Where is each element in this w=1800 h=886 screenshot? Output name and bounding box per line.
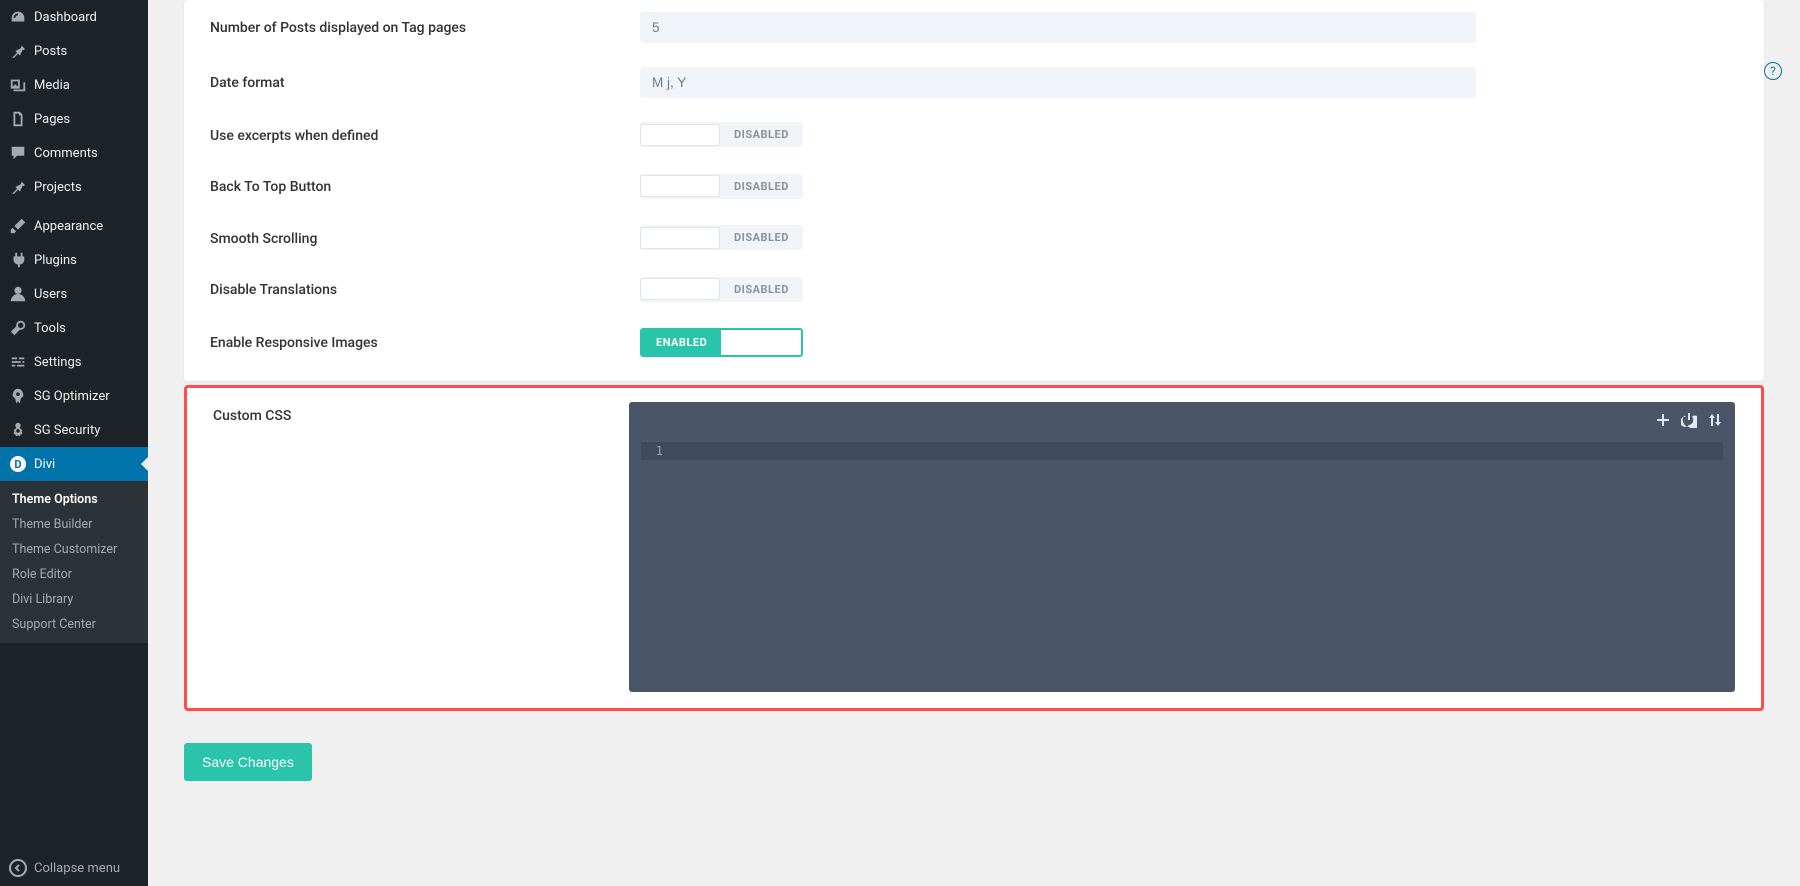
toggle-state: ENABLED: [642, 330, 721, 355]
row-back-top: Back To Top Button DISABLED: [184, 162, 1764, 214]
submenu-theme-customizer[interactable]: Theme Customizer: [0, 537, 148, 562]
row-posts-tag: Number of Posts displayed on Tag pages: [184, 0, 1764, 55]
media-icon: [8, 75, 28, 95]
sidebar-item-label: SG Security: [34, 423, 100, 438]
gauge-icon: [8, 7, 28, 27]
row-custom-css: Custom CSS 1: [195, 398, 1753, 696]
power-icon[interactable]: [1681, 412, 1697, 432]
sidebar-item-label: Projects: [34, 180, 82, 195]
sidebar-item-pages[interactable]: Pages: [0, 102, 148, 136]
sidebar-item-sg-optimizer[interactable]: SG Optimizer: [0, 379, 148, 413]
pin-icon: [8, 177, 28, 197]
sidebar-item-label: Divi: [34, 457, 55, 472]
save-changes-button[interactable]: Save Changes: [184, 743, 312, 781]
collapse-label: Collapse menu: [34, 861, 120, 876]
divi-submenu: Theme Options Theme Builder Theme Custom…: [0, 481, 148, 643]
input-date-format[interactable]: [640, 67, 1476, 98]
sidebar-item-settings[interactable]: Settings: [0, 345, 148, 379]
help-button[interactable]: ?: [1764, 62, 1782, 80]
sidebar-item-label: Tools: [34, 321, 66, 336]
sidebar-item-label: Settings: [34, 355, 81, 370]
shield-gear-icon: [8, 420, 28, 440]
submenu-divi-library[interactable]: Divi Library: [0, 587, 148, 612]
toggle-state: DISABLED: [720, 174, 803, 199]
sidebar-item-comments[interactable]: Comments: [0, 136, 148, 170]
rocket-icon: [8, 386, 28, 406]
comment-icon: [8, 143, 28, 163]
sidebar-item-divi[interactable]: D Divi: [0, 447, 148, 481]
label-excerpts: Use excerpts when defined: [210, 128, 640, 144]
sidebar-item-media[interactable]: Media: [0, 68, 148, 102]
submenu-theme-builder[interactable]: Theme Builder: [0, 512, 148, 537]
toggle-back-top[interactable]: DISABLED: [640, 174, 803, 199]
row-excerpts: Use excerpts when defined DISABLED: [184, 110, 1764, 162]
plug-icon: [8, 250, 28, 270]
label-custom-css: Custom CSS: [213, 402, 629, 692]
toggle-excerpts[interactable]: DISABLED: [640, 122, 803, 147]
divi-icon: D: [8, 454, 28, 474]
label-smooth-scroll: Smooth Scrolling: [210, 231, 640, 247]
label-back-top: Back To Top Button: [210, 179, 640, 195]
brush-icon: [8, 216, 28, 236]
sidebar-item-label: Media: [34, 78, 70, 93]
settings-panel: Number of Posts displayed on Tag pages D…: [184, 0, 1764, 381]
custom-css-highlight: Custom CSS 1: [184, 385, 1764, 711]
wrench-icon: [8, 318, 28, 338]
toggle-translations[interactable]: DISABLED: [640, 277, 803, 302]
label-posts-tag: Number of Posts displayed on Tag pages: [210, 20, 640, 36]
submenu-theme-options[interactable]: Theme Options: [0, 487, 148, 512]
pages-icon: [8, 109, 28, 129]
row-translations: Disable Translations DISABLED: [184, 265, 1764, 317]
custom-css-editor[interactable]: 1: [629, 402, 1735, 692]
add-icon[interactable]: [1655, 412, 1671, 432]
sidebar-item-label: Users: [34, 287, 67, 302]
main-content: ? Number of Posts displayed on Tag pages…: [148, 0, 1800, 886]
pin-icon: [8, 41, 28, 61]
code-line: 1: [641, 442, 1723, 460]
toggle-responsive-images[interactable]: ENABLED: [640, 328, 803, 357]
row-responsive-images: Enable Responsive Images ENABLED: [184, 316, 1764, 369]
sidebar-item-posts[interactable]: Posts: [0, 34, 148, 68]
sidebar-item-users[interactable]: Users: [0, 277, 148, 311]
css-editor-toolbar: [1655, 412, 1723, 432]
toggle-state: DISABLED: [720, 277, 803, 302]
sidebar-item-plugins[interactable]: Plugins: [0, 243, 148, 277]
user-icon: [8, 284, 28, 304]
sidebar-item-dashboard[interactable]: Dashboard: [0, 0, 148, 34]
label-translations: Disable Translations: [210, 282, 640, 298]
toggle-state: DISABLED: [720, 122, 803, 147]
submenu-role-editor[interactable]: Role Editor: [0, 562, 148, 587]
sliders-icon: [8, 352, 28, 372]
label-date-format: Date format: [210, 75, 640, 91]
sidebar-item-tools[interactable]: Tools: [0, 311, 148, 345]
sidebar-item-appearance[interactable]: Appearance: [0, 209, 148, 243]
toggle-smooth-scroll[interactable]: DISABLED: [640, 225, 803, 250]
toggle-state: DISABLED: [720, 225, 803, 250]
sidebar-item-sg-security[interactable]: SG Security: [0, 413, 148, 447]
sidebar-item-label: Comments: [34, 146, 98, 161]
row-date-format: Date format: [184, 55, 1764, 110]
sidebar-item-projects[interactable]: Projects: [0, 170, 148, 204]
label-responsive-images: Enable Responsive Images: [210, 335, 640, 351]
sidebar-item-label: Posts: [34, 44, 67, 59]
input-posts-tag[interactable]: [640, 12, 1476, 43]
admin-sidebar: Dashboard Posts Media Pages Comments Pro…: [0, 0, 148, 886]
collapse-icon: [8, 858, 28, 878]
row-smooth-scroll: Smooth Scrolling DISABLED: [184, 213, 1764, 265]
sort-icon[interactable]: [1707, 412, 1723, 432]
sidebar-item-label: Pages: [34, 112, 70, 127]
line-number: 1: [641, 444, 671, 458]
sidebar-item-label: SG Optimizer: [34, 389, 110, 404]
submenu-support-center[interactable]: Support Center: [0, 612, 148, 637]
sidebar-item-label: Dashboard: [34, 10, 97, 25]
collapse-menu-button[interactable]: Collapse menu: [0, 850, 148, 886]
sidebar-item-label: Plugins: [34, 253, 77, 268]
sidebar-item-label: Appearance: [34, 219, 103, 234]
